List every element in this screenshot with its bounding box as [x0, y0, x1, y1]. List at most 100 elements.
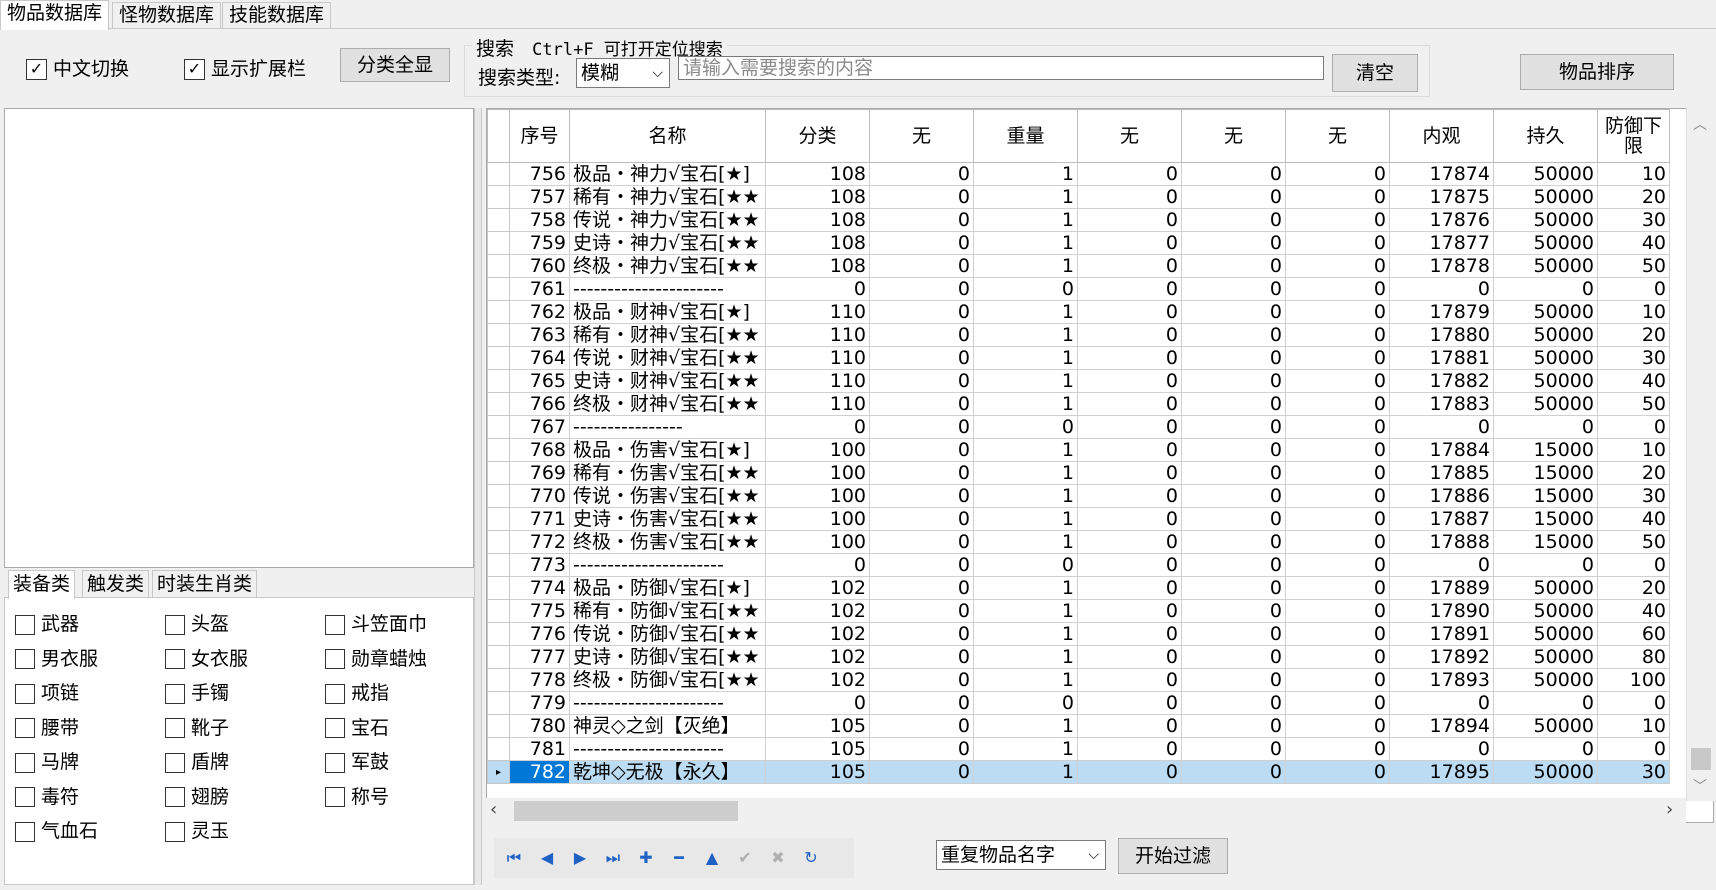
table-cell[interactable]: 110 [765, 369, 870, 393]
table-cell[interactable]: 0 [1181, 576, 1286, 600]
add-icon[interactable]: ✚ [632, 844, 660, 872]
vertical-scrollbar[interactable]: ︿ ﹀ [1686, 108, 1714, 801]
table-row[interactable]: 767 ---------------- 0 0 0 0 0 0 0 0 0 [487, 415, 1670, 439]
table-cell[interactable]: 0 [1077, 691, 1182, 715]
row-header[interactable] [487, 254, 510, 278]
column-header[interactable]: 内观 [1389, 109, 1494, 163]
table-cell[interactable]: 105 [765, 714, 870, 738]
table-cell[interactable]: 0 [1077, 507, 1182, 531]
row-header[interactable] [487, 507, 510, 531]
table-cell[interactable]: 0 [1285, 162, 1390, 186]
table-cell[interactable]: 769 [509, 461, 570, 485]
table-cell[interactable]: 0 [973, 691, 1078, 715]
table-cell[interactable]: 0 [1285, 323, 1390, 347]
row-header[interactable] [487, 392, 510, 416]
table-cell[interactable]: 0 [1181, 553, 1286, 577]
table-cell[interactable]: 17880 [1389, 323, 1494, 347]
table-cell[interactable]: 0 [1181, 484, 1286, 508]
table-cell[interactable]: 17876 [1389, 208, 1494, 232]
table-row[interactable]: 759 史诗・神力√宝石[★★ 108 0 1 0 0 0 17877 50000 40 [487, 231, 1670, 255]
row-header[interactable] [487, 300, 510, 324]
category-checkbox[interactable]: 宝石 [325, 716, 389, 740]
table-cell[interactable]: 0 [1389, 415, 1494, 439]
table-cell[interactable]: 50000 [1493, 254, 1598, 278]
table-cell[interactable]: 0 [1077, 622, 1182, 646]
category-checkbox[interactable]: 靴子 [165, 716, 229, 740]
table-cell[interactable]: 0 [1181, 438, 1286, 462]
row-header[interactable]: ▸ [487, 760, 510, 784]
table-cell[interactable]: 0 [1077, 668, 1182, 692]
table-cell[interactable]: 0 [1285, 691, 1390, 715]
table-cell[interactable]: 0 [1285, 392, 1390, 416]
table-cell[interactable]: 782 [509, 760, 570, 784]
table-cell[interactable]: 1 [973, 231, 1078, 255]
table-cell[interactable]: 1 [973, 576, 1078, 600]
category-checkbox[interactable]: 盾牌 [165, 750, 229, 774]
column-header[interactable]: 持久 [1493, 109, 1598, 163]
table-cell[interactable]: 0 [1285, 231, 1390, 255]
table-cell[interactable]: 0 [765, 553, 870, 577]
table-cell[interactable]: 15000 [1493, 438, 1598, 462]
tab-trigger[interactable]: 触发类 [82, 570, 150, 599]
table-cell[interactable]: 756 [509, 162, 570, 186]
table-cell[interactable]: 17888 [1389, 530, 1494, 554]
table-cell[interactable]: 0 [869, 714, 974, 738]
table-cell[interactable]: 0 [1181, 369, 1286, 393]
table-cell[interactable]: 40 [1597, 369, 1670, 393]
table-cell[interactable]: 0 [1285, 254, 1390, 278]
table-cell[interactable]: 40 [1597, 231, 1670, 255]
table-cell[interactable]: 50000 [1493, 208, 1598, 232]
tab-skill-database[interactable]: 技能数据库 [222, 2, 332, 29]
table-cell[interactable]: 0 [1597, 277, 1670, 301]
table-cell[interactable]: 终极・神力√宝石[★★ [569, 254, 766, 278]
column-header[interactable]: 分类 [765, 109, 870, 163]
row-header[interactable] [487, 438, 510, 462]
table-cell[interactable]: 传说・神力√宝石[★★ [569, 208, 766, 232]
row-header[interactable] [487, 461, 510, 485]
row-header[interactable] [487, 622, 510, 646]
tab-monster-database[interactable]: 怪物数据库 [112, 2, 222, 29]
table-row[interactable]: 764 传说・财神√宝石[★★ 110 0 1 0 0 0 17881 50000 30 [487, 346, 1670, 370]
table-cell[interactable]: 50000 [1493, 392, 1598, 416]
category-tree-panel[interactable] [4, 108, 474, 568]
table-cell[interactable]: 0 [1181, 346, 1286, 370]
row-header[interactable] [487, 553, 510, 577]
table-cell[interactable]: 773 [509, 553, 570, 577]
table-cell[interactable]: 1 [973, 254, 1078, 278]
table-cell[interactable]: 766 [509, 392, 570, 416]
table-cell[interactable]: 17875 [1389, 185, 1494, 209]
vertical-scroll-thumb[interactable] [1691, 748, 1711, 770]
table-row[interactable]: 770 传说・伤害√宝石[★★ 100 0 1 0 0 0 17886 15000 30 [487, 484, 1670, 508]
table-row[interactable]: 778 终极・防御√宝石[★★ 102 0 1 0 0 0 17893 50000 100 [487, 668, 1670, 692]
table-cell[interactable]: 0 [973, 553, 1078, 577]
column-header[interactable]: 名称 [569, 109, 766, 163]
last-icon[interactable]: ⏭ [599, 844, 627, 872]
row-header[interactable] [487, 645, 510, 669]
table-cell[interactable]: 1 [973, 369, 1078, 393]
table-cell[interactable]: 0 [1181, 737, 1286, 761]
table-cell[interactable]: 0 [1597, 553, 1670, 577]
table-cell[interactable]: 0 [1181, 714, 1286, 738]
column-header[interactable]: 序号 [509, 109, 570, 163]
table-row[interactable]: 765 史诗・财神√宝石[★★ 110 0 1 0 0 0 17882 50000 40 [487, 369, 1670, 393]
table-cell[interactable]: 20 [1597, 185, 1670, 209]
table-row[interactable]: 762 极品・财神√宝石[★] 110 0 1 0 0 0 17879 50000 10 [487, 300, 1670, 324]
table-cell[interactable]: 传说・伤害√宝石[★★ [569, 484, 766, 508]
table-cell[interactable]: 10 [1597, 162, 1670, 186]
table-cell[interactable]: 0 [1285, 599, 1390, 623]
table-cell[interactable]: 传说・防御√宝石[★★ [569, 622, 766, 646]
table-cell[interactable]: 史诗・神力√宝石[★★ [569, 231, 766, 255]
table-cell[interactable]: 102 [765, 599, 870, 623]
table-cell[interactable]: 0 [1181, 185, 1286, 209]
table-cell[interactable]: 15000 [1493, 507, 1598, 531]
table-cell[interactable]: 1 [973, 530, 1078, 554]
table-cell[interactable]: 1 [973, 622, 1078, 646]
column-header[interactable]: 无 [1077, 109, 1182, 163]
table-cell[interactable]: ---------------- [569, 415, 766, 439]
table-cell[interactable]: 17893 [1389, 668, 1494, 692]
table-cell[interactable]: 50000 [1493, 576, 1598, 600]
table-cell[interactable]: 1 [973, 392, 1078, 416]
table-cell[interactable]: 0 [1181, 277, 1286, 301]
table-cell[interactable]: 110 [765, 323, 870, 347]
table-cell[interactable]: 779 [509, 691, 570, 715]
